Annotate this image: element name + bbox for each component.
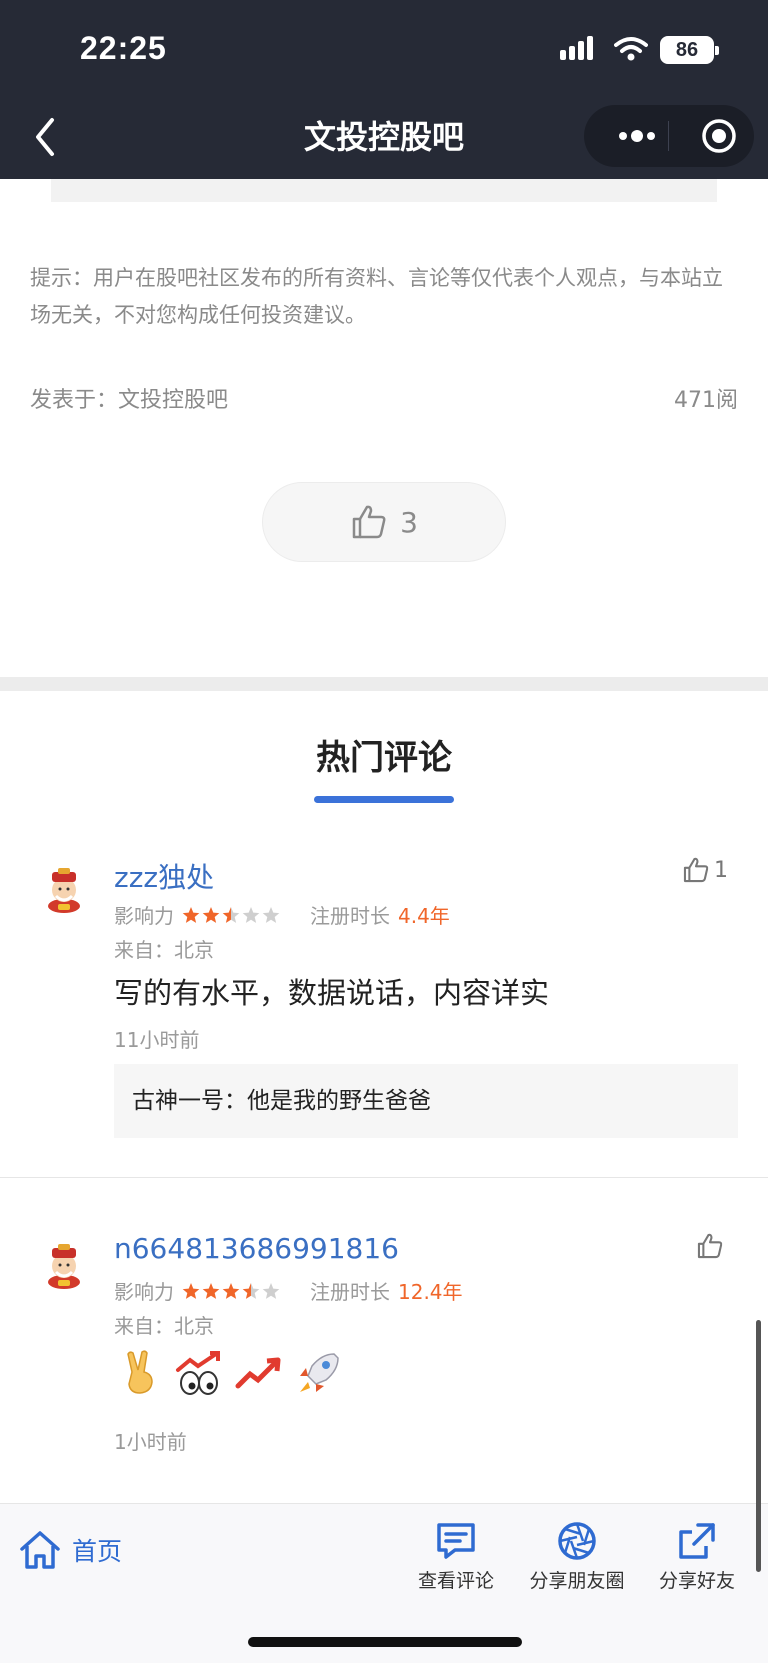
view-comments-label: 查看评论 (417, 1570, 494, 1592)
chart-up-icon (235, 1357, 281, 1389)
influence-stars (182, 1282, 280, 1300)
home-icon (20, 1531, 60, 1569)
home-label: 首页 (72, 1537, 123, 1566)
home-indicator[interactable] (248, 1637, 522, 1647)
aperture-icon (558, 1522, 596, 1560)
comment-time: 1小时前 (114, 1430, 187, 1454)
influence-label: 影响力 (114, 904, 174, 928)
top-bar: 22:25 86 文投控股吧 (0, 0, 768, 179)
comment-emoji-row (118, 1350, 342, 1396)
comment-meta: 影响力 注册时长 4.4年 (114, 900, 450, 929)
avatar[interactable] (40, 866, 88, 914)
comment-like-button[interactable]: 1 (682, 856, 728, 884)
star-full-icon (202, 906, 220, 923)
posted-in: 发表于：文投控股吧 (30, 382, 228, 414)
comment-item: n664813686991816 影响力 注册时长 12.4年 来自：北京 1小… (0, 1226, 768, 1486)
comment-time: 11小时前 (114, 1028, 200, 1052)
victory-hand-icon (127, 1350, 153, 1394)
influence-stars (182, 906, 280, 924)
comment-like-count: 1 (714, 857, 728, 883)
share-external-icon (679, 1523, 715, 1559)
star-empty-icon (242, 906, 260, 923)
section-divider (0, 677, 768, 691)
page: 22:25 86 文投控股吧 提示：用户在股吧社区发布的所有资料、言论等仅代表个… (0, 0, 768, 1663)
comment-location: 来自：北京 (114, 938, 214, 962)
share-friends-label: 分享好友 (658, 1570, 735, 1592)
avatar[interactable] (40, 1242, 88, 1290)
hot-comments-title[interactable]: 热门评论 (0, 730, 768, 779)
view-comments-button[interactable]: 查看评论 (396, 1520, 516, 1593)
disclaimer-text: 提示：用户在股吧社区发布的所有资料、言论等仅代表个人观点，与本站立场无关，不对您… (30, 266, 723, 327)
comment-item: zzz独处 1 影响力 注册时长 4.4年 来自：北京 写的有水平，数据说话，内… (0, 850, 768, 1176)
comment-username[interactable]: n664813686991816 (114, 1232, 399, 1265)
comment-reply[interactable]: 古神一号：他是我的野生爸爸 (114, 1064, 738, 1138)
share-moments-label: 分享朋友圈 (529, 1570, 625, 1592)
star-empty-icon (262, 1282, 280, 1299)
star-empty-icon (262, 906, 280, 923)
influence-label: 影响力 (114, 1280, 174, 1304)
mini-program-capsule (584, 105, 754, 167)
thumbs-up-icon (683, 857, 709, 883)
article-like-button[interactable]: 3 (262, 482, 506, 562)
comment-separator (0, 1177, 768, 1178)
registration-label: 注册时长 (310, 904, 390, 928)
hot-comments-tab-indicator (314, 796, 454, 803)
scrollbar[interactable] (756, 1320, 761, 1572)
comment-text[interactable]: 写的有水平，数据说话，内容详实 (114, 970, 549, 1012)
article-image-remnant (51, 179, 717, 202)
registration-value: 12.4年 (398, 1280, 463, 1304)
status-time: 22:25 (80, 30, 167, 66)
comment-icon (437, 1523, 475, 1559)
comment-username[interactable]: zzz独处 (114, 856, 214, 896)
share-moments-button[interactable]: 分享朋友圈 (517, 1520, 637, 1593)
battery-indicator: 86 (660, 36, 719, 64)
share-friends-button[interactable]: 分享好友 (637, 1520, 757, 1593)
thumbs-up-icon (697, 1233, 723, 1259)
capsule-divider (668, 121, 669, 151)
cellular-signal-icon (560, 36, 593, 60)
star-full-icon (182, 906, 200, 923)
comment-like-button[interactable] (696, 1232, 728, 1260)
comment-location: 来自：北京 (114, 1314, 214, 1338)
posted-label: 发表于： (30, 388, 119, 413)
star-full-icon (202, 1282, 220, 1299)
chart-up-eyes-icon (176, 1351, 220, 1395)
registration-label: 注册时长 (310, 1280, 390, 1304)
home-button[interactable]: 首页 (18, 1528, 122, 1572)
star-half-icon (242, 1282, 260, 1299)
more-options-icon[interactable] (606, 105, 668, 167)
star-full-icon (222, 1282, 240, 1299)
thumbs-up-icon (352, 505, 386, 539)
comment-meta: 影响力 注册时长 12.4年 (114, 1276, 463, 1305)
posted-board-link[interactable]: 文投控股吧 (118, 388, 228, 413)
wifi-icon (614, 37, 648, 61)
rocket-icon (300, 1353, 339, 1392)
article-like-count: 3 (400, 505, 418, 539)
read-count: 471阅 (674, 388, 738, 413)
close-program-icon[interactable] (688, 105, 750, 167)
registration-value: 4.4年 (398, 904, 450, 928)
star-half-icon (222, 906, 240, 923)
star-full-icon (182, 1282, 200, 1299)
